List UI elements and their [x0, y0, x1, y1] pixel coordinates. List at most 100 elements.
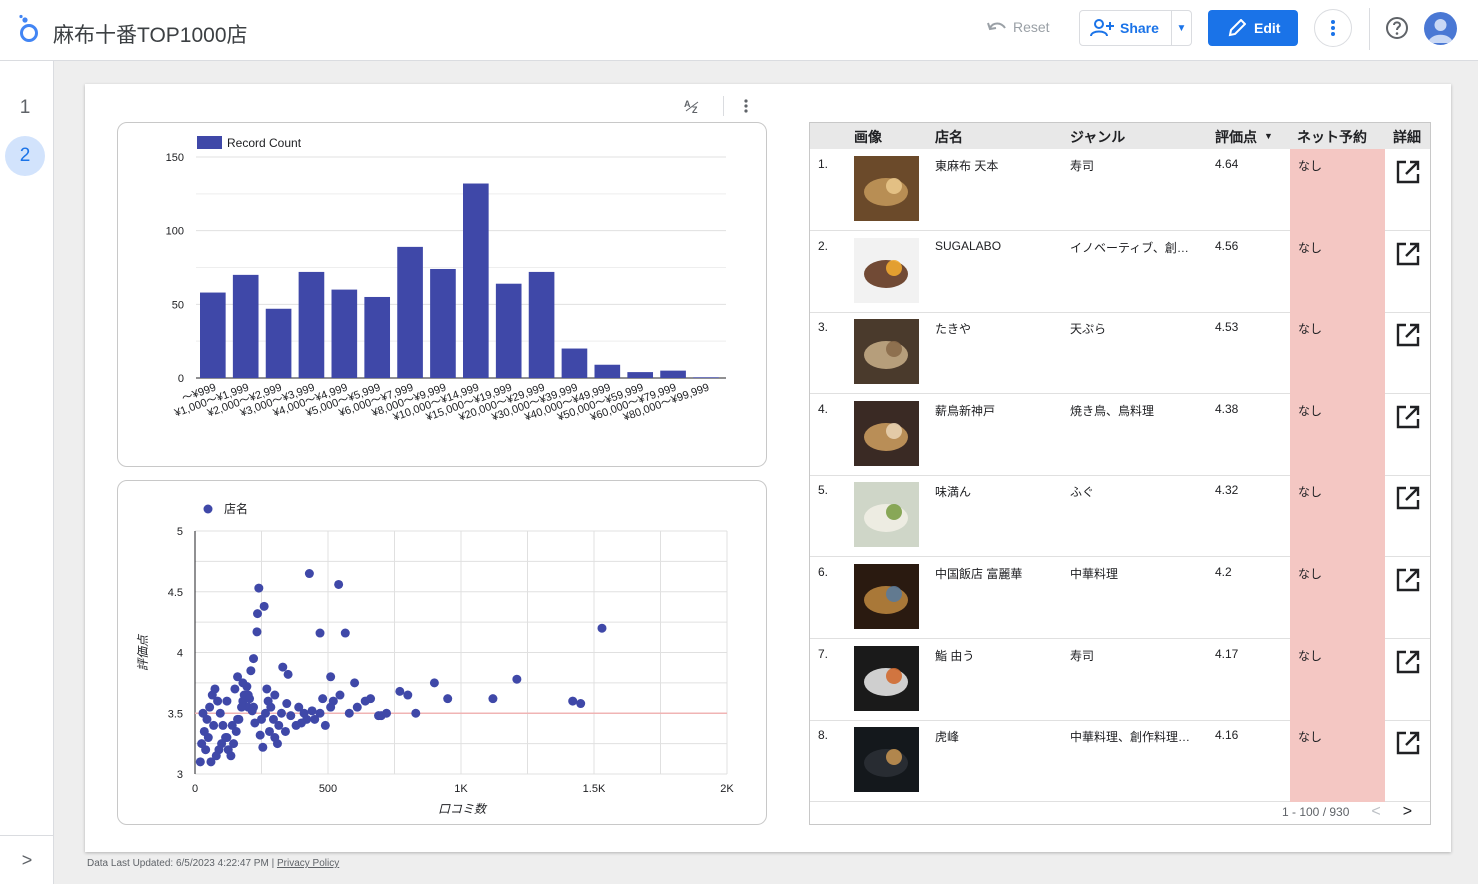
- bar[interactable]: [660, 370, 686, 378]
- scatter-point[interactable]: [283, 669, 293, 679]
- bar[interactable]: [463, 183, 489, 378]
- open-in-new-icon[interactable]: [1395, 404, 1421, 430]
- bar[interactable]: [331, 289, 358, 378]
- table-row[interactable]: 3. たきや 天ぷら 4.53 なし: [810, 312, 1430, 395]
- page-2-button[interactable]: 2: [5, 136, 45, 176]
- page-1-button[interactable]: 1: [5, 88, 45, 128]
- table-row[interactable]: 7. 鮨 由う 寿司 4.17 なし: [810, 638, 1430, 721]
- scatter-point[interactable]: [215, 708, 225, 718]
- chart-more-vert-icon[interactable]: [744, 99, 748, 113]
- scatter-point[interactable]: [280, 726, 290, 736]
- looker-studio-logo-icon[interactable]: [16, 14, 42, 44]
- scatter-point[interactable]: [247, 706, 257, 716]
- scatter-point[interactable]: [197, 739, 207, 749]
- score-review-scatter-chart[interactable]: 店名 3 3.5 4 4.5 5 0 500 1K 1.5K 2K 口コミ数 評価点: [117, 480, 767, 825]
- bar[interactable]: [200, 292, 226, 378]
- privacy-policy-link[interactable]: Privacy Policy: [277, 858, 339, 869]
- prev-page-icon[interactable]: <: [1371, 803, 1380, 821]
- share-dropdown-button[interactable]: ▼: [1172, 23, 1191, 34]
- help-icon[interactable]: [1385, 16, 1409, 40]
- scatter-point[interactable]: [395, 686, 405, 696]
- scatter-point[interactable]: [237, 702, 247, 712]
- scatter-point[interactable]: [576, 699, 586, 709]
- scatter-point[interactable]: [226, 751, 236, 761]
- scatter-point[interactable]: [320, 720, 330, 730]
- avatar[interactable]: [1424, 12, 1457, 45]
- sort-az-icon[interactable]: AZ: [683, 98, 703, 114]
- bar[interactable]: [528, 271, 555, 378]
- scatter-point[interactable]: [318, 694, 328, 704]
- scatter-point[interactable]: [231, 726, 241, 736]
- scatter-point[interactable]: [218, 720, 228, 730]
- scatter-point[interactable]: [310, 714, 320, 724]
- scatter-point[interactable]: [360, 696, 370, 706]
- share-button[interactable]: Share: [1080, 11, 1172, 45]
- scatter-point[interactable]: [512, 674, 522, 684]
- scatter-point[interactable]: [210, 684, 220, 694]
- scatter-point[interactable]: [335, 690, 345, 700]
- col-header-name[interactable]: 店名: [935, 127, 963, 147]
- col-header-net-reservation[interactable]: ネット予約: [1297, 127, 1367, 147]
- bar[interactable]: [232, 274, 259, 378]
- bar[interactable]: [265, 308, 292, 378]
- bar[interactable]: [627, 372, 654, 378]
- scatter-point[interactable]: [245, 694, 255, 704]
- bar[interactable]: [397, 246, 423, 378]
- col-header-genre[interactable]: ジャンル: [1070, 127, 1125, 147]
- scatter-point[interactable]: [205, 702, 215, 712]
- scatter-point[interactable]: [340, 628, 350, 638]
- scatter-point[interactable]: [374, 711, 384, 721]
- scatter-point[interactable]: [352, 702, 362, 712]
- col-header-score[interactable]: 評価点: [1215, 127, 1257, 147]
- scatter-point[interactable]: [278, 662, 288, 672]
- next-page-icon[interactable]: >: [1403, 803, 1412, 821]
- scatter-point[interactable]: [429, 678, 439, 688]
- scatter-point[interactable]: [264, 726, 274, 736]
- scatter-point[interactable]: [443, 694, 453, 704]
- scatter-point[interactable]: [255, 730, 265, 740]
- scatter-point[interactable]: [304, 569, 314, 579]
- scatter-point[interactable]: [296, 718, 306, 728]
- scatter-point[interactable]: [276, 708, 286, 718]
- scatter-point[interactable]: [229, 739, 239, 749]
- scatter-point[interactable]: [250, 718, 260, 728]
- scatter-point[interactable]: [411, 708, 421, 718]
- scatter-point[interactable]: [209, 720, 219, 730]
- bar[interactable]: [594, 364, 621, 378]
- scatter-point[interactable]: [344, 708, 354, 718]
- table-row[interactable]: 1. 東麻布 天本 寿司 4.64 なし: [810, 149, 1430, 231]
- open-in-new-icon[interactable]: [1395, 485, 1421, 511]
- scatter-point[interactable]: [253, 609, 263, 619]
- col-header-image[interactable]: 画像: [854, 127, 882, 147]
- scatter-point[interactable]: [230, 684, 240, 694]
- scatter-point[interactable]: [266, 702, 276, 712]
- scatter-point[interactable]: [299, 708, 309, 718]
- scatter-point[interactable]: [222, 696, 232, 706]
- table-row[interactable]: 6. 中国飯店 富麗華 中華料理 4.2 なし: [810, 557, 1430, 639]
- scatter-point[interactable]: [282, 699, 292, 709]
- bar[interactable]: [561, 348, 588, 378]
- table-row[interactable]: 2. SUGALABO イノベーティブ、創作... 4.56 なし: [810, 230, 1430, 313]
- more-options-button[interactable]: [1314, 9, 1352, 47]
- col-header-detail[interactable]: 詳細: [1393, 127, 1421, 147]
- scatter-point[interactable]: [262, 684, 272, 694]
- table-row[interactable]: 5. 味満ん ふぐ 4.32 なし: [810, 475, 1430, 558]
- scatter-point[interactable]: [259, 601, 269, 611]
- scatter-point[interactable]: [568, 696, 578, 706]
- bar[interactable]: [495, 283, 522, 378]
- bar[interactable]: [693, 377, 719, 378]
- scatter-point[interactable]: [252, 627, 262, 637]
- open-in-new-icon[interactable]: [1395, 159, 1421, 185]
- scatter-point[interactable]: [350, 678, 360, 688]
- scatter-point[interactable]: [258, 742, 268, 752]
- open-in-new-icon[interactable]: [1395, 567, 1421, 593]
- scatter-point[interactable]: [202, 714, 212, 724]
- edit-button[interactable]: Edit: [1208, 10, 1298, 46]
- scatter-point[interactable]: [254, 583, 264, 593]
- scatter-point[interactable]: [326, 672, 336, 682]
- bar[interactable]: [364, 296, 391, 378]
- scatter-point[interactable]: [199, 726, 209, 736]
- report-title[interactable]: 麻布十番TOP1000店: [53, 19, 248, 49]
- scatter-point[interactable]: [286, 711, 296, 721]
- scatter-point[interactable]: [315, 628, 325, 638]
